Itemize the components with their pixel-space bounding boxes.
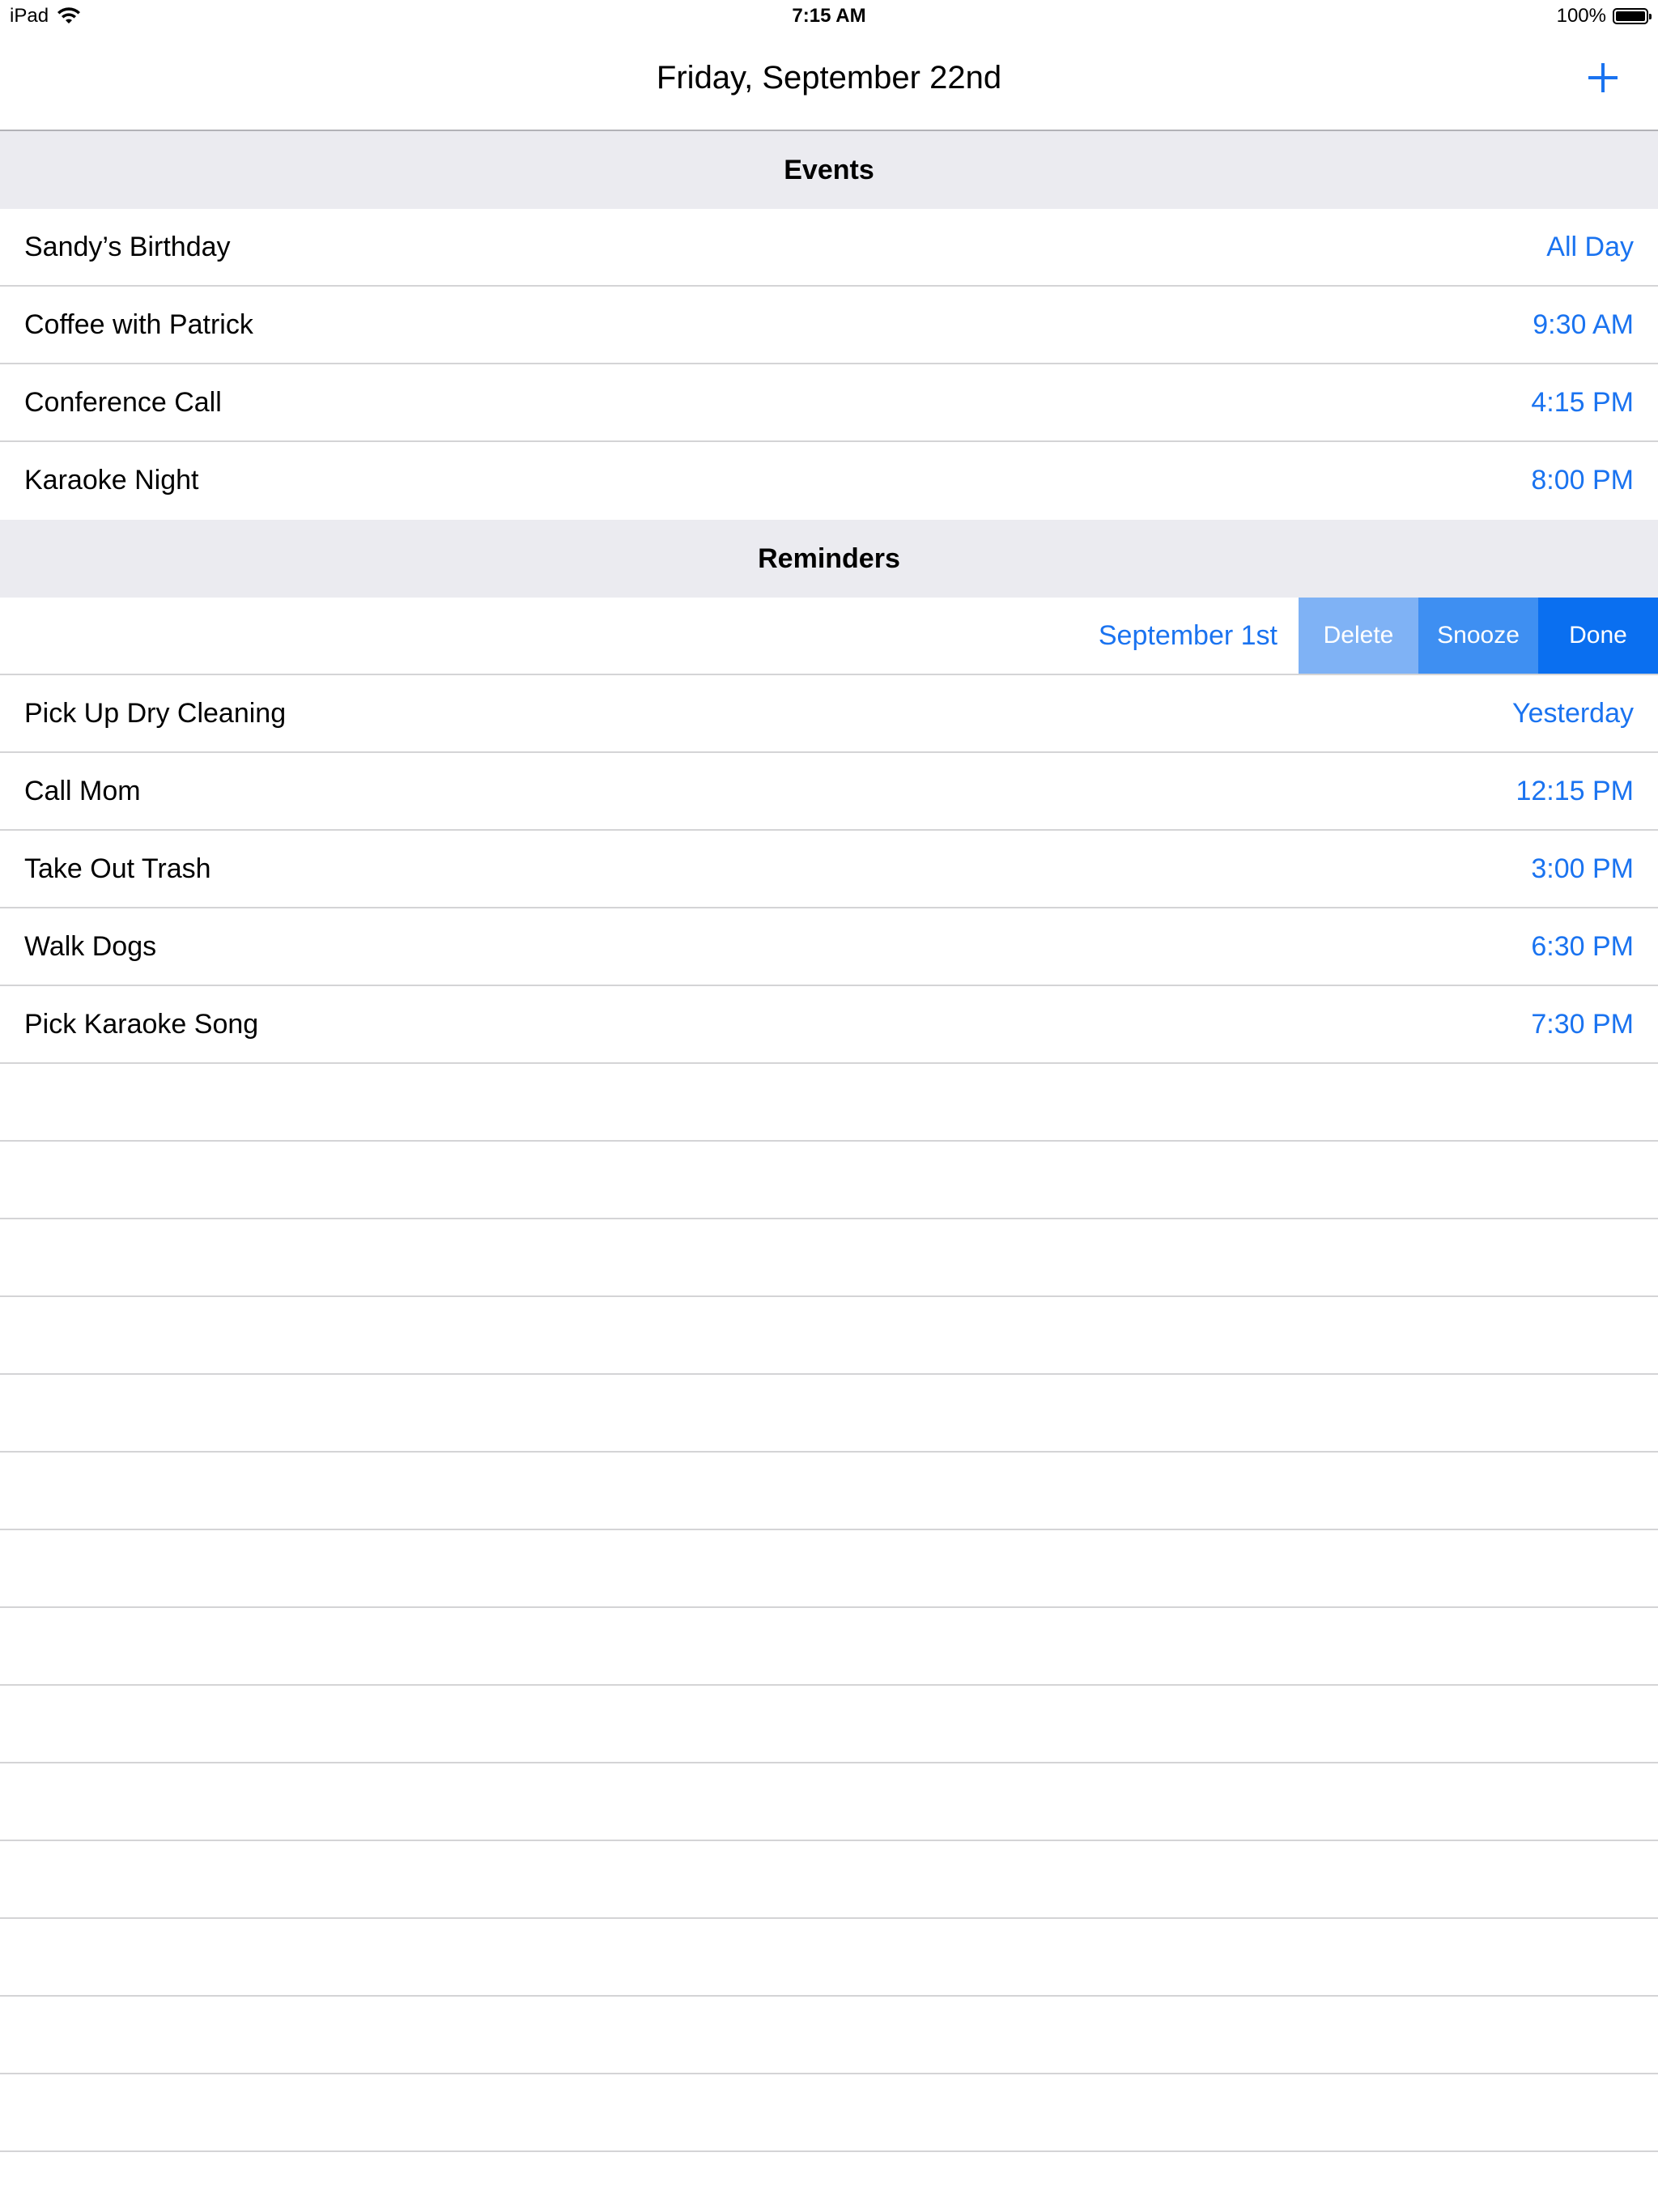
- swiped-reminder-row[interactable]: September 1st Delete Snooze Done: [0, 598, 1658, 675]
- empty-row: [0, 1841, 1658, 1919]
- reminder-title: Call Mom: [24, 776, 141, 806]
- battery-icon: [1613, 8, 1652, 24]
- done-button[interactable]: Done: [1538, 598, 1658, 674]
- section-header-events: Events: [0, 131, 1658, 209]
- reminder-title: Pick Up Dry Cleaning: [24, 698, 287, 729]
- empty-row: [0, 1297, 1658, 1375]
- reminder-title: Take Out Trash: [24, 853, 211, 884]
- empty-row: [0, 1530, 1658, 1608]
- empty-row: [0, 1763, 1658, 1841]
- reminder-time: 3:00 PM: [1531, 853, 1634, 884]
- battery-fill: [1616, 11, 1645, 21]
- reminder-time: 7:30 PM: [1531, 1009, 1634, 1040]
- event-title: Conference Call: [24, 387, 222, 418]
- empty-row: [0, 1064, 1658, 1142]
- event-title: Karaoke Night: [24, 465, 199, 496]
- empty-row: [0, 1997, 1658, 2074]
- event-row[interactable]: Coffee with Patrick 9:30 AM: [0, 287, 1658, 364]
- event-row[interactable]: Sandy’s Birthday All Day: [0, 209, 1658, 287]
- empty-row: [0, 1453, 1658, 1530]
- reminder-row[interactable]: Pick Up Dry Cleaning Yesterday: [0, 675, 1658, 753]
- empty-row: [0, 1608, 1658, 1686]
- event-row[interactable]: Karaoke Night 8:00 PM: [0, 442, 1658, 520]
- empty-row: [0, 1142, 1658, 1219]
- status-bar: iPad 7:15 AM 100%: [0, 0, 1658, 32]
- page-title: Friday, September 22nd: [656, 60, 1002, 96]
- reminder-title: Walk Dogs: [24, 931, 157, 962]
- reminder-time: 6:30 PM: [1531, 931, 1634, 962]
- empty-row: [0, 1919, 1658, 1997]
- reminder-row[interactable]: Walk Dogs 6:30 PM: [0, 908, 1658, 986]
- event-title: Sandy’s Birthday: [24, 232, 231, 262]
- reminder-time: Yesterday: [1512, 698, 1634, 729]
- navigation-bar: Friday, September 22nd: [0, 32, 1658, 131]
- battery-tip: [1649, 14, 1652, 19]
- empty-row: [0, 1375, 1658, 1453]
- swipe-actions: Delete Snooze Done: [1299, 598, 1658, 674]
- empty-row: [0, 1686, 1658, 1763]
- status-time: 7:15 AM: [792, 5, 866, 27]
- section-header-reminders: Reminders: [0, 520, 1658, 598]
- battery-percent: 100%: [1556, 5, 1606, 27]
- reminder-row[interactable]: Take Out Trash 3:00 PM: [0, 831, 1658, 908]
- plus-icon[interactable]: [1580, 55, 1626, 100]
- event-title: Coffee with Patrick: [24, 309, 253, 340]
- reminder-row[interactable]: Pick Karaoke Song 7:30 PM: [0, 986, 1658, 1064]
- event-time: 8:00 PM: [1531, 465, 1634, 496]
- empty-row: [0, 1219, 1658, 1297]
- empty-row: [0, 2074, 1658, 2152]
- reminder-row[interactable]: Call Mom 12:15 PM: [0, 753, 1658, 831]
- event-time: All Day: [1546, 232, 1634, 262]
- reminder-time: 12:15 PM: [1516, 776, 1634, 806]
- reminder-title: Pick Karaoke Song: [24, 1009, 259, 1040]
- reminder-date: September 1st: [1098, 620, 1278, 651]
- event-row[interactable]: Conference Call 4:15 PM: [0, 364, 1658, 442]
- status-right: 100%: [1556, 5, 1652, 28]
- event-time: 4:15 PM: [1531, 387, 1634, 418]
- event-time: 9:30 AM: [1533, 309, 1634, 340]
- delete-button[interactable]: Delete: [1299, 598, 1418, 674]
- snooze-button[interactable]: Snooze: [1418, 598, 1538, 674]
